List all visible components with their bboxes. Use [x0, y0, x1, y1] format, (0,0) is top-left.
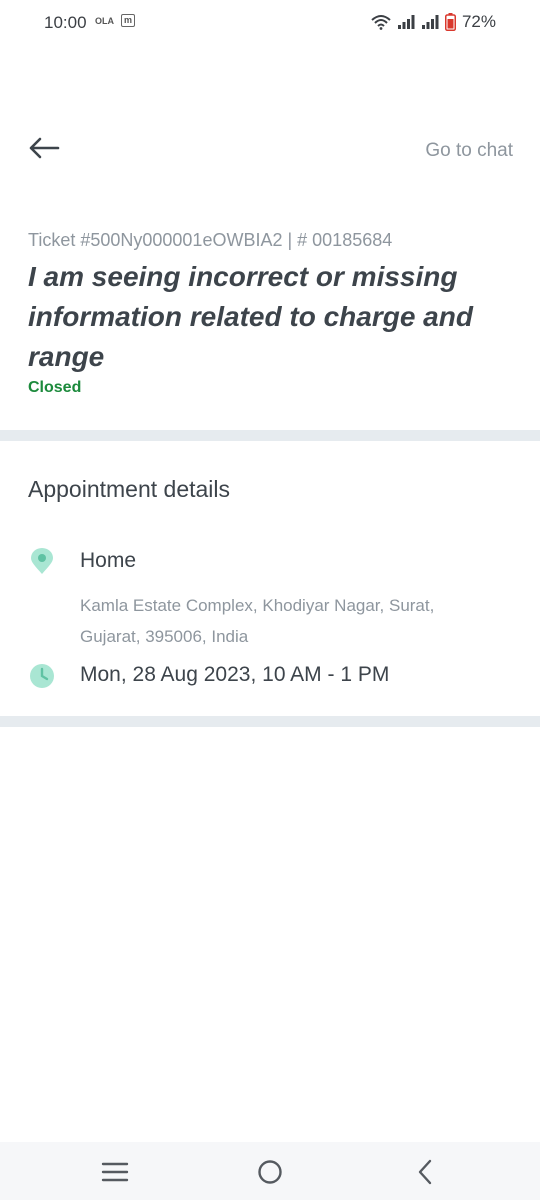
menu-icon — [101, 1162, 129, 1182]
m-notification-icon: m — [121, 14, 135, 27]
recent-apps-button[interactable] — [100, 1157, 130, 1187]
signal-icon-2 — [421, 15, 439, 29]
ticket-id: Ticket #500Ny000001eOWBIA2 | # 00185684 — [28, 230, 393, 250]
signal-icon — [397, 15, 415, 29]
appointment-datetime: Mon, 28 Aug 2023, 10 AM - 1 PM — [80, 663, 390, 686]
wifi-icon — [371, 15, 391, 30]
status-bar: 10:00 OLA m 72% — [0, 0, 540, 44]
battery-percent: 72% — [461, 12, 496, 31]
clock-icon — [30, 664, 54, 688]
status-time: 10:00 — [44, 13, 87, 32]
arrow-left-icon — [29, 137, 60, 159]
back-button[interactable] — [28, 134, 60, 162]
ola-notification-icon: OLA — [95, 16, 114, 26]
section-divider — [0, 716, 540, 727]
location-pin-icon — [31, 548, 53, 574]
appointment-address: Kamla Estate Complex, Khodiyar Nagar, Su… — [80, 596, 435, 646]
battery-icon — [444, 13, 456, 31]
appointment-section-title: Appointment details — [28, 476, 231, 502]
header: Go to chat — [0, 120, 540, 180]
go-to-chat-link[interactable]: Go to chat — [425, 140, 513, 162]
ticket-summary: Ticket #500Ny000001eOWBIA2 | # 00185684 … — [28, 230, 518, 397]
chevron-left-icon — [418, 1159, 432, 1185]
home-button[interactable] — [255, 1157, 285, 1187]
system-nav-bar — [0, 1142, 540, 1200]
system-back-button[interactable] — [410, 1157, 440, 1187]
location-label: Home — [80, 549, 137, 572]
ticket-title: I am seeing incorrect or missing informa… — [28, 261, 473, 372]
status-badge: Closed — [28, 379, 82, 396]
section-divider — [0, 430, 540, 441]
status-indicators: 72% — [371, 12, 496, 32]
home-circle-icon — [258, 1160, 282, 1184]
